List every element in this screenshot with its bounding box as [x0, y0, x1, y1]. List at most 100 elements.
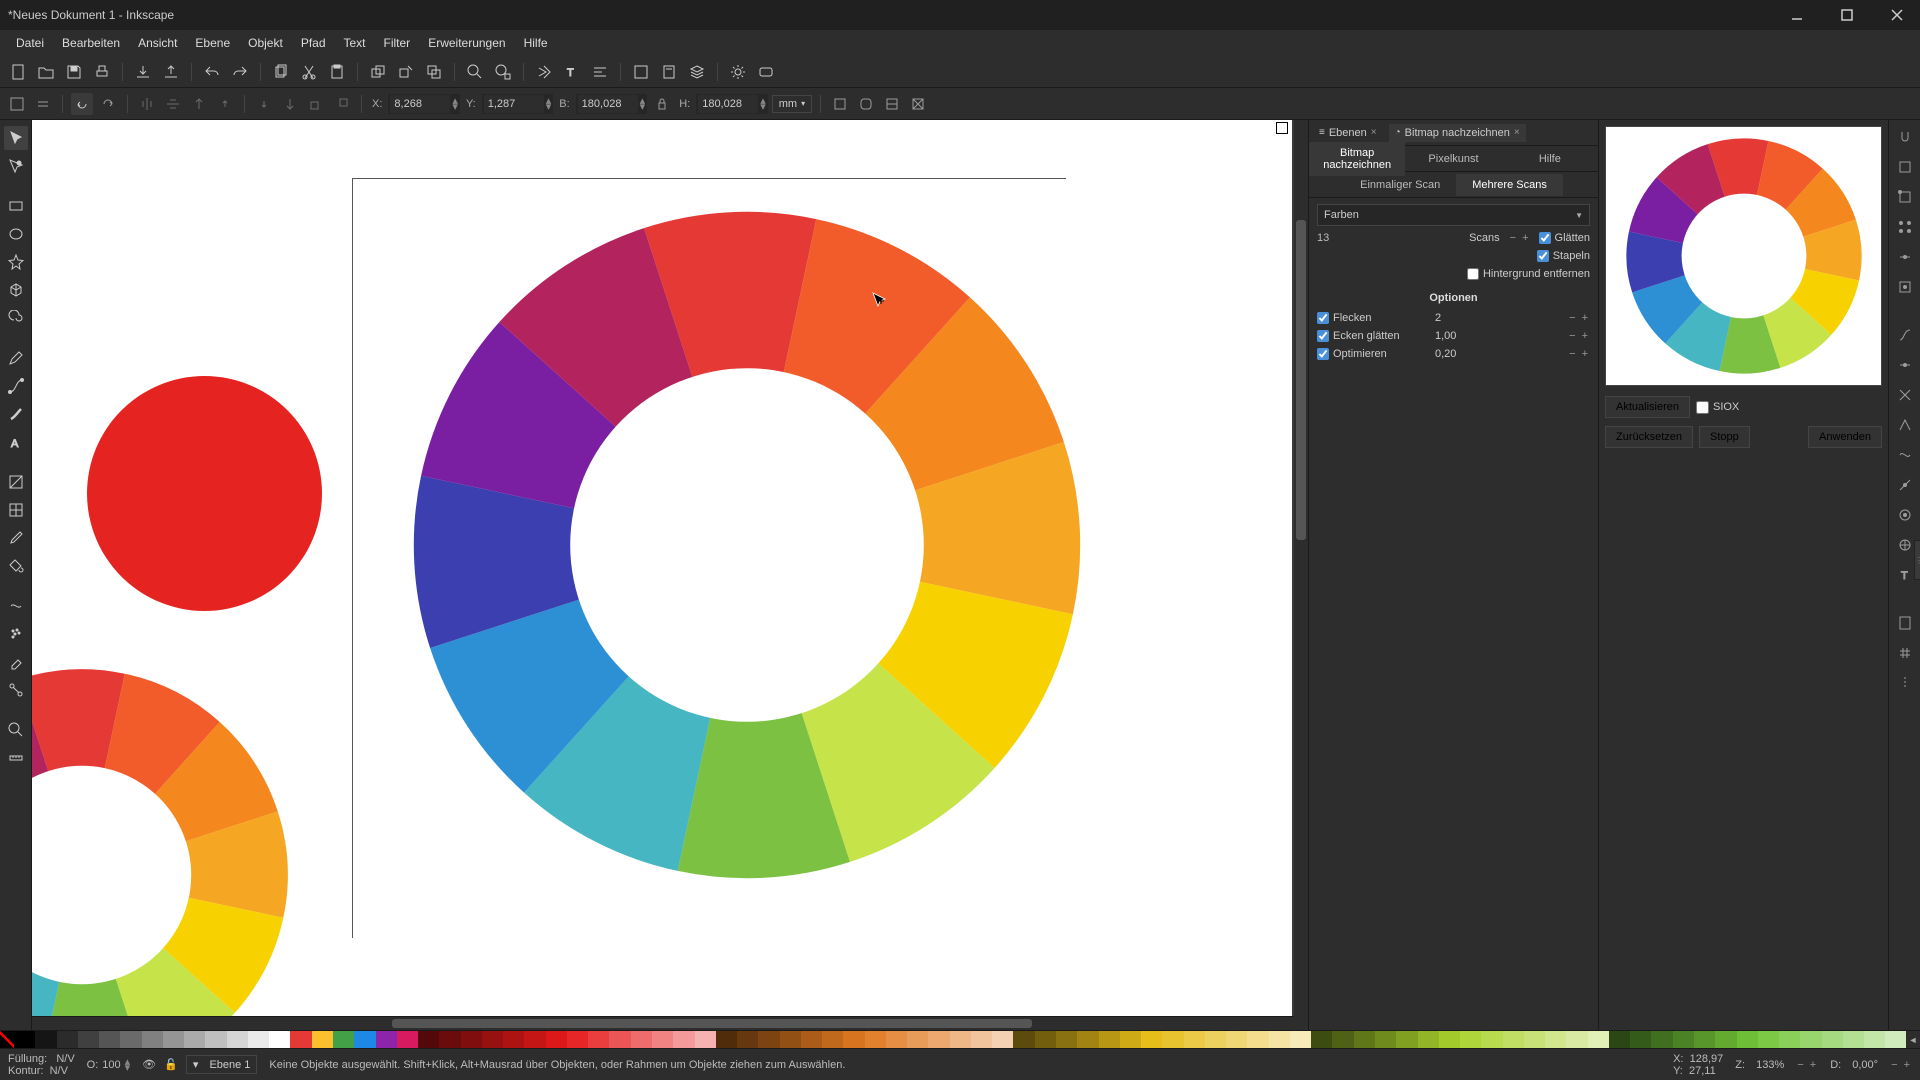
palette-swatch[interactable] [1843, 1031, 1864, 1048]
palette-swatch[interactable] [1651, 1031, 1672, 1048]
palette-swatch[interactable] [227, 1031, 248, 1048]
palette-swatch[interactable] [1503, 1031, 1524, 1048]
speckles-checkbox[interactable]: Flecken [1317, 312, 1427, 324]
page-handle[interactable] [1276, 122, 1288, 134]
rotation-readout[interactable]: D: 0,00° −+ [1830, 1053, 1912, 1077]
duplicate-button[interactable] [422, 60, 446, 84]
snap-bbox[interactable] [1894, 156, 1916, 178]
palette-swatch[interactable] [1120, 1031, 1141, 1048]
lock-icon[interactable]: 🔓 [164, 1058, 178, 1071]
red-circle[interactable] [87, 376, 322, 611]
print-button[interactable] [90, 60, 114, 84]
connector-tool[interactable] [4, 678, 28, 702]
apply-button[interactable]: Anwenden [1808, 426, 1882, 448]
palette-swatch[interactable] [1375, 1031, 1396, 1048]
maximize-button[interactable] [1832, 3, 1862, 27]
palette-swatch[interactable] [971, 1031, 992, 1048]
move-patterns-button[interactable] [907, 93, 929, 115]
snap-object-mid[interactable] [1894, 504, 1916, 526]
back-button[interactable] [331, 93, 353, 115]
copy-button[interactable] [269, 60, 293, 84]
palette-swatch[interactable] [1588, 1031, 1609, 1048]
subtab-help[interactable]: Hilfe [1502, 148, 1598, 170]
palette-swatch[interactable] [950, 1031, 971, 1048]
dock-tab-layers[interactable]: ≡Ebenen× [1313, 124, 1383, 142]
snap-corners[interactable] [1894, 216, 1916, 238]
scale-corners-button[interactable] [855, 93, 877, 115]
selector-tool[interactable] [4, 126, 28, 150]
no-color-swatch[interactable] [0, 1031, 14, 1048]
snap-intersections[interactable] [1894, 384, 1916, 406]
layer-select[interactable]: ▾ Ebene 1 [186, 1055, 258, 1074]
update-button[interactable]: Aktualisieren [1605, 396, 1690, 418]
palette-swatch[interactable] [418, 1031, 439, 1048]
stack-checkbox[interactable]: Stapeln [1537, 250, 1590, 262]
input-devices-button[interactable] [754, 60, 778, 84]
palette-swatch[interactable] [354, 1031, 375, 1048]
flip-v-button[interactable] [162, 93, 184, 115]
palette-swatch[interactable] [631, 1031, 652, 1048]
palette-swatch[interactable] [1013, 1031, 1034, 1048]
snap-midpoints[interactable] [1894, 246, 1916, 268]
palette-swatch[interactable] [524, 1031, 545, 1048]
removebg-checkbox[interactable]: Hintergrund entfernen [1467, 268, 1590, 280]
mode-multi[interactable]: Mehrere Scans [1456, 174, 1563, 196]
gradient-tool[interactable] [4, 470, 28, 494]
speckles-stepper[interactable]: −+ [1567, 312, 1590, 324]
text-tool[interactable]: A [4, 430, 28, 454]
snap-rotation[interactable] [1894, 534, 1916, 556]
menu-text[interactable]: Text [336, 32, 374, 54]
text-dialog-button[interactable]: T [560, 60, 584, 84]
menu-object[interactable]: Objekt [240, 32, 291, 54]
partial-wheel[interactable] [32, 665, 292, 1016]
menu-edit[interactable]: Bearbeiten [54, 32, 128, 54]
reset-button[interactable]: Zurücksetzen [1605, 426, 1693, 448]
snap-edges[interactable] [1894, 186, 1916, 208]
corners-stepper[interactable]: −+ [1567, 330, 1590, 342]
palette-swatch[interactable] [1737, 1031, 1758, 1048]
snap-line-mid[interactable] [1894, 474, 1916, 496]
snap-grid[interactable] [1894, 642, 1916, 664]
palette-swatch[interactable] [1184, 1031, 1205, 1048]
rectangle-tool[interactable] [4, 194, 28, 218]
palette-swatch[interactable] [1311, 1031, 1332, 1048]
palette-swatch[interactable] [1035, 1031, 1056, 1048]
palette-swatch[interactable] [1864, 1031, 1885, 1048]
import-button[interactable] [131, 60, 155, 84]
menu-file[interactable]: Datei [8, 32, 52, 54]
close-icon[interactable]: × [1514, 127, 1520, 138]
snap-cusp[interactable] [1894, 414, 1916, 436]
palette-swatch[interactable] [35, 1031, 56, 1048]
document-properties-button[interactable] [657, 60, 681, 84]
snap-toggle[interactable] [1894, 126, 1916, 148]
open-button[interactable] [34, 60, 58, 84]
menu-path[interactable]: Pfad [293, 32, 334, 54]
palette-swatch[interactable] [397, 1031, 418, 1048]
menu-layer[interactable]: Ebene [187, 32, 238, 54]
palette-swatch[interactable] [780, 1031, 801, 1048]
palette-swatch[interactable] [1269, 1031, 1290, 1048]
raise-button[interactable] [214, 93, 236, 115]
3dbox-tool[interactable] [4, 278, 28, 302]
palette-swatch[interactable] [78, 1031, 99, 1048]
palette-swatch[interactable] [312, 1031, 333, 1048]
palette-swatch[interactable] [1566, 1031, 1587, 1048]
palette-swatch[interactable] [142, 1031, 163, 1048]
palette-swatch[interactable] [57, 1031, 78, 1048]
palette-swatch[interactable] [652, 1031, 673, 1048]
zoom-readout[interactable]: Z: 133% −+ [1735, 1053, 1818, 1077]
palette-swatch[interactable] [1630, 1031, 1651, 1048]
palette-swatch[interactable] [588, 1031, 609, 1048]
corners-checkbox[interactable]: Ecken glätten [1317, 330, 1427, 342]
zoom-drawing-button[interactable] [491, 60, 515, 84]
clone-button[interactable] [366, 60, 390, 84]
color-palette[interactable]: ◄ [0, 1030, 1920, 1048]
spray-tool[interactable] [4, 622, 28, 646]
palette-swatch[interactable] [843, 1031, 864, 1048]
palette-swatch[interactable] [886, 1031, 907, 1048]
palette-swatch[interactable] [482, 1031, 503, 1048]
snap-nodes[interactable] [1894, 324, 1916, 346]
subtab-pixelart[interactable]: Pixelkunst [1405, 148, 1501, 170]
palette-swatch[interactable] [1673, 1031, 1694, 1048]
stop-button[interactable]: Stopp [1699, 426, 1750, 448]
